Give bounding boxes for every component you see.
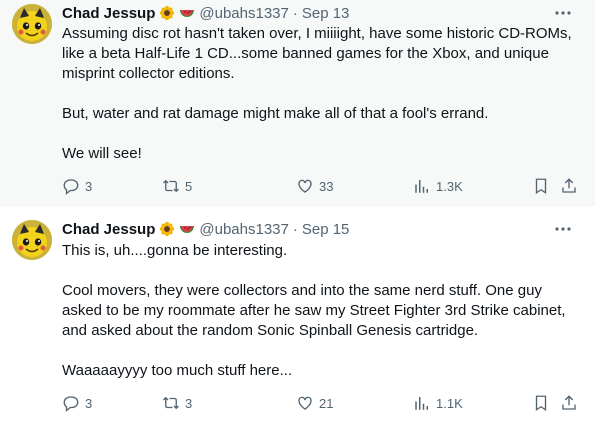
avatar-image <box>12 220 52 260</box>
bookmark-button[interactable] <box>532 176 550 196</box>
retweet-icon <box>163 179 179 193</box>
retweet-count: 5 <box>185 178 193 194</box>
views-button[interactable]: 1.3K <box>413 176 463 196</box>
tweet-actions: 3 3 21 1.1K <box>62 393 583 413</box>
share-icon <box>562 395 576 410</box>
bookmark-icon <box>535 178 547 195</box>
views-count: 1.1K <box>436 395 463 411</box>
tweet[interactable]: Chad Jessup @ubahs1337 · Sep 13 Assuming… <box>0 0 595 206</box>
tweet-header: Chad Jessup @ubahs1337 · Sep 13 <box>62 3 583 23</box>
views-button[interactable]: 1.1K <box>413 393 463 413</box>
tweet-header: Chad Jessup @ubahs1337 · Sep 15 <box>62 219 583 239</box>
tweet-paragraph: But, water and rat damage might make all… <box>62 105 489 122</box>
avatar[interactable] <box>12 220 52 260</box>
watermelon-icon <box>179 5 195 21</box>
tweet-paragraph: This is, uh....gonna be interesting. <box>62 242 288 259</box>
sunflower-icon <box>159 5 175 21</box>
share-button[interactable] <box>560 393 578 413</box>
separator-dot: · <box>292 220 298 238</box>
author-handle[interactable]: @ubahs1337 <box>199 5 288 22</box>
share-icon <box>562 178 576 193</box>
reply-icon <box>63 179 79 195</box>
tweet-text: This is, uh....gonna be interesting. Coo… <box>62 241 577 381</box>
like-count: 21 <box>319 395 334 411</box>
avatar[interactable] <box>12 4 52 44</box>
views-count: 1.3K <box>436 178 463 194</box>
retweet-count: 3 <box>185 395 193 411</box>
bookmark-button[interactable] <box>532 393 550 413</box>
author-handle[interactable]: @ubahs1337 <box>199 221 288 238</box>
like-icon <box>298 396 312 410</box>
avatar-image <box>12 4 52 44</box>
author-name[interactable]: Chad Jessup <box>62 221 155 238</box>
reply-icon <box>63 396 79 412</box>
tweet-date[interactable]: Sep 15 <box>302 221 350 238</box>
like-button[interactable]: 33 <box>296 176 333 196</box>
like-button[interactable]: 21 <box>296 393 333 413</box>
tweet-text: Assuming disc rot hasn't taken over, I m… <box>62 24 577 164</box>
more-icon[interactable] <box>551 219 575 239</box>
retweet-button[interactable]: 5 <box>162 176 192 196</box>
retweet-button[interactable]: 3 <box>162 393 192 413</box>
share-button[interactable] <box>560 176 578 196</box>
tweet-date[interactable]: Sep 13 <box>302 5 350 22</box>
author-name[interactable]: Chad Jessup <box>62 5 155 22</box>
tweet-paragraph: Cool movers, they were collectors and in… <box>62 282 566 339</box>
watermelon-icon <box>179 221 195 237</box>
reply-button[interactable]: 3 <box>62 393 92 413</box>
tweet-actions: 3 5 33 1.3K <box>62 176 583 196</box>
like-count: 33 <box>319 178 334 194</box>
tweet-paragraph: Assuming disc rot hasn't taken over, I m… <box>62 25 572 82</box>
views-icon <box>415 397 428 410</box>
reply-count: 3 <box>85 395 93 411</box>
more-icon[interactable] <box>551 3 575 23</box>
tweet-paragraph: Waaaaayyyy too much stuff here... <box>62 362 293 379</box>
sunflower-icon <box>159 221 175 237</box>
like-icon <box>298 179 312 193</box>
reply-count: 3 <box>85 178 93 194</box>
reply-button[interactable]: 3 <box>62 176 92 196</box>
separator-dot: · <box>292 4 298 22</box>
bookmark-icon <box>535 395 547 412</box>
tweet[interactable]: Chad Jessup @ubahs1337 · Sep 15 This is,… <box>0 206 595 423</box>
tweet-paragraph: We will see! <box>62 145 142 162</box>
views-icon <box>415 180 428 193</box>
retweet-icon <box>163 396 179 410</box>
